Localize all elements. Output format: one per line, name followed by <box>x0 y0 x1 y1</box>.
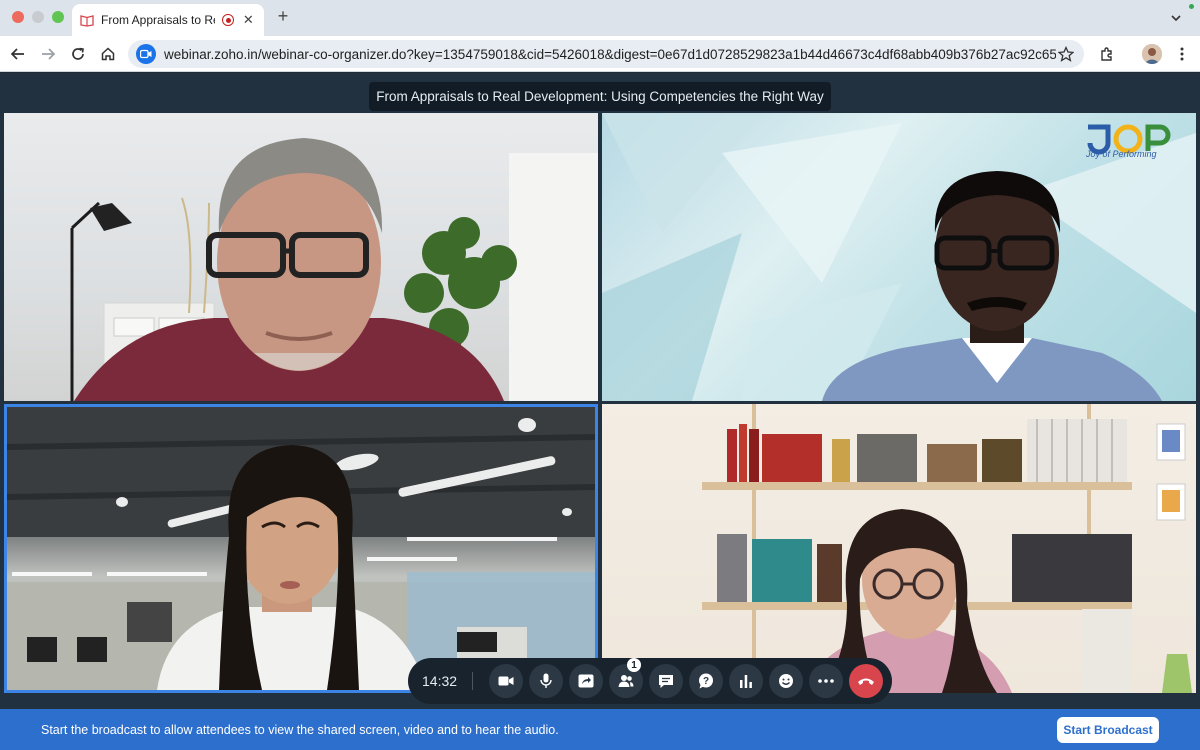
participant-video-tile-active[interactable] <box>4 404 598 693</box>
chevron-down-icon[interactable] <box>1164 6 1188 30</box>
reload-icon[interactable] <box>66 42 90 66</box>
tab-strip: From Appraisals to Real Development: Usi… <box>0 0 1200 36</box>
svg-text:?: ? <box>703 676 709 687</box>
new-tab-button[interactable]: + <box>273 6 293 27</box>
mic-icon[interactable] <box>529 664 563 698</box>
status-dot <box>1189 4 1194 9</box>
close-tab-icon[interactable]: ✕ <box>241 12 256 28</box>
forward-arrow-icon[interactable] <box>36 42 60 66</box>
video-icon[interactable] <box>489 664 523 698</box>
browser-tab[interactable]: From Appraisals to Real Development: Usi… <box>72 4 264 36</box>
browser-toolbar: webinar.zoho.in/webinar-co-organizer.do?… <box>0 36 1200 72</box>
start-broadcast-button[interactable]: Start Broadcast <box>1057 717 1159 743</box>
kebab-menu-icon[interactable] <box>1170 42 1194 66</box>
poll-icon[interactable] <box>729 664 763 698</box>
broadcast-message: Start the broadcast to allow attendees t… <box>41 722 559 737</box>
minimize-window-button[interactable] <box>32 11 44 23</box>
broadcast-banner: Start the broadcast to allow attendees t… <box>0 709 1200 750</box>
address-bar[interactable]: webinar.zoho.in/webinar-co-organizer.do?… <box>128 40 1084 68</box>
participant-video-tile[interactable] <box>602 404 1196 693</box>
meeting-area: From Appraisals to Real Development: Usi… <box>0 73 1200 709</box>
participant-video-tile[interactable] <box>4 113 598 401</box>
video-site-icon[interactable] <box>136 44 156 64</box>
logo-tagline: Joy of Performing <box>1086 149 1157 159</box>
bookmark-star-icon[interactable] <box>1056 44 1076 64</box>
chat-icon[interactable] <box>649 664 683 698</box>
meeting-control-bar: 14:32 1 ? <box>408 658 892 704</box>
reaction-icon[interactable] <box>769 664 803 698</box>
more-icon[interactable] <box>809 664 843 698</box>
book-icon <box>80 13 94 27</box>
extensions-icon[interactable] <box>1095 42 1119 66</box>
participant-video-frame <box>7 407 595 690</box>
recording-icon <box>222 14 234 26</box>
jop-logo <box>1087 124 1171 155</box>
participants-count-badge: 1 <box>627 658 641 672</box>
participant-video-frame <box>70 138 598 401</box>
meeting-timer: 14:32 <box>422 673 458 689</box>
maximize-window-button[interactable] <box>52 11 64 23</box>
share-screen-icon[interactable] <box>569 664 603 698</box>
url-text: webinar.zoho.in/webinar-co-organizer.do?… <box>164 46 1056 62</box>
close-window-button[interactable] <box>12 11 24 23</box>
tab-title: From Appraisals to Real Development: Usi… <box>101 13 215 27</box>
participant-video-tile[interactable]: Joy of Performing <box>602 113 1196 401</box>
qa-icon[interactable]: ? <box>689 664 723 698</box>
home-icon[interactable] <box>96 42 120 66</box>
end-call-icon[interactable] <box>849 664 883 698</box>
participants-icon[interactable]: 1 <box>609 658 643 698</box>
back-arrow-icon[interactable] <box>6 42 30 66</box>
divider <box>472 672 473 690</box>
profile-avatar[interactable] <box>1142 44 1162 64</box>
webinar-title: From Appraisals to Real Development: Usi… <box>369 82 831 111</box>
participant-video-frame <box>702 404 1192 693</box>
